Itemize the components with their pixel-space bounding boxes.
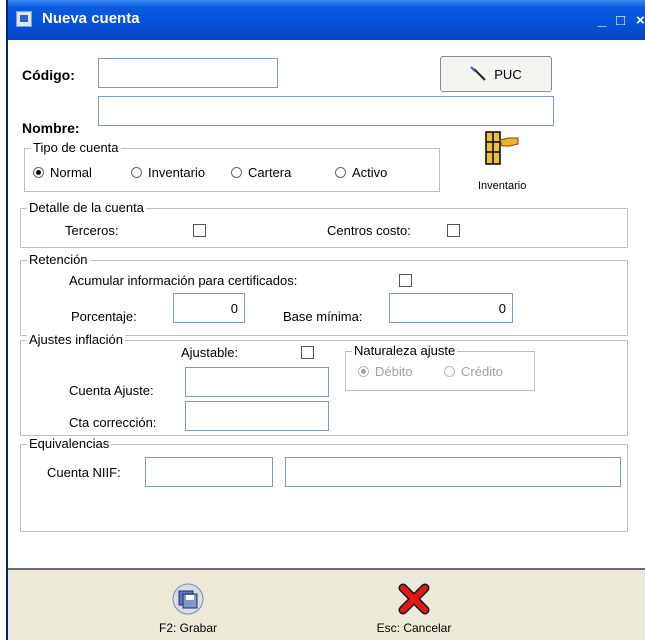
inventario-indicator-label: Inventario xyxy=(478,180,527,192)
radio-label: Crédito xyxy=(461,364,503,379)
radio-label: Débito xyxy=(375,364,413,379)
cancel-x-icon xyxy=(398,583,430,615)
radio-label: Inventario xyxy=(148,165,206,180)
tipo-cuenta-legend: Tipo de cuenta xyxy=(31,140,121,155)
base-minima-label: Base mínima: xyxy=(283,309,363,324)
equivalencias-legend: Equivalencias xyxy=(27,436,112,451)
terceros-label: Terceros: xyxy=(65,223,119,238)
puc-button[interactable]: PUC xyxy=(440,56,552,92)
equivalencias-group: Equivalencias Cuenta NIIF: xyxy=(20,436,628,532)
cuenta-ajuste-field[interactable] xyxy=(185,367,329,397)
radio-indicator xyxy=(444,366,455,377)
radio-label: Cartera xyxy=(248,165,292,180)
form-area: Código: PUC Nombre: Tipo de cuenta Norma… xyxy=(8,40,645,570)
acumular-checkbox[interactable] xyxy=(399,274,412,287)
cancel-button-label: Esc: Cancelar xyxy=(376,621,452,635)
radio-indicator xyxy=(335,167,346,178)
radio-cartera[interactable]: Cartera xyxy=(231,165,291,180)
cuenta-niif-name-field[interactable] xyxy=(285,457,621,487)
acumular-label: Acumular información para certificados: xyxy=(69,273,298,288)
porcentaje-label: Porcentaje: xyxy=(71,309,137,324)
terceros-checkbox[interactable] xyxy=(193,224,206,237)
ajustable-label: Ajustable: xyxy=(181,345,239,360)
radio-label: Activo xyxy=(352,165,388,180)
naturaleza-legend: Naturaleza ajuste xyxy=(352,343,458,358)
retencion-group: Retención Acumular información para cert… xyxy=(20,252,628,336)
minimize-button[interactable]: _ xyxy=(598,13,606,28)
porcentaje-field[interactable] xyxy=(173,293,245,323)
bottom-toolbar: F2: Grabar Esc: Cancelar xyxy=(8,570,645,640)
cancel-button[interactable]: Esc: Cancelar xyxy=(364,582,464,635)
close-button[interactable]: × xyxy=(636,13,645,28)
ajustes-legend: Ajustes inflación xyxy=(27,332,125,347)
save-button-label: F2: Grabar xyxy=(158,621,218,635)
ajustes-group: Ajustes inflación Ajustable: Cuenta Ajus… xyxy=(20,332,628,436)
detalle-group: Detalle de la cuenta Terceros: Centros c… xyxy=(20,200,628,248)
retencion-legend: Retención xyxy=(27,252,90,267)
window: Nueva cuenta _ □ × Código: PUC Nombre: T… xyxy=(6,0,645,640)
base-minima-field[interactable] xyxy=(389,293,513,323)
radio-indicator xyxy=(33,167,44,178)
inventory-hand-icon xyxy=(468,130,538,170)
wand-icon xyxy=(470,66,486,81)
radio-credito[interactable]: Crédito xyxy=(444,364,503,379)
cuenta-niif-label: Cuenta NIIF: xyxy=(47,465,121,480)
nombre-label: Nombre: xyxy=(22,120,80,136)
codigo-label: Código: xyxy=(22,67,75,83)
radio-indicator xyxy=(131,167,142,178)
cta-correccion-label: Cta corrección: xyxy=(69,415,157,430)
radio-indicator xyxy=(231,167,242,178)
nombre-field[interactable] xyxy=(98,96,554,126)
centros-costo-label: Centros costo: xyxy=(327,223,411,238)
save-button[interactable]: F2: Grabar xyxy=(148,582,228,635)
radio-activo[interactable]: Activo xyxy=(335,165,387,180)
maximize-button[interactable]: □ xyxy=(616,13,625,28)
save-disk-icon xyxy=(172,583,204,615)
cuenta-niif-code-field[interactable] xyxy=(145,457,273,487)
detalle-legend: Detalle de la cuenta xyxy=(27,200,146,215)
app-icon xyxy=(16,11,32,27)
codigo-field[interactable] xyxy=(98,58,278,88)
centros-costo-checkbox[interactable] xyxy=(447,224,460,237)
radio-inventario[interactable]: Inventario xyxy=(131,165,205,180)
ajustable-checkbox[interactable] xyxy=(301,346,314,359)
puc-button-label: PUC xyxy=(494,66,522,82)
tipo-cuenta-group: Tipo de cuenta Normal Inventario Cartera… xyxy=(24,140,440,192)
cta-correccion-field[interactable] xyxy=(185,401,329,431)
window-title: Nueva cuenta xyxy=(42,10,140,27)
radio-indicator xyxy=(358,366,369,377)
naturaleza-group: Naturaleza ajuste Débito Crédito xyxy=(345,343,535,391)
radio-normal[interactable]: Normal xyxy=(33,165,92,180)
radio-label: Normal xyxy=(50,165,92,180)
title-bar: Nueva cuenta _ □ × xyxy=(8,0,645,40)
cuenta-ajuste-label: Cuenta Ajuste: xyxy=(69,383,154,398)
radio-debito[interactable]: Débito xyxy=(358,364,413,379)
